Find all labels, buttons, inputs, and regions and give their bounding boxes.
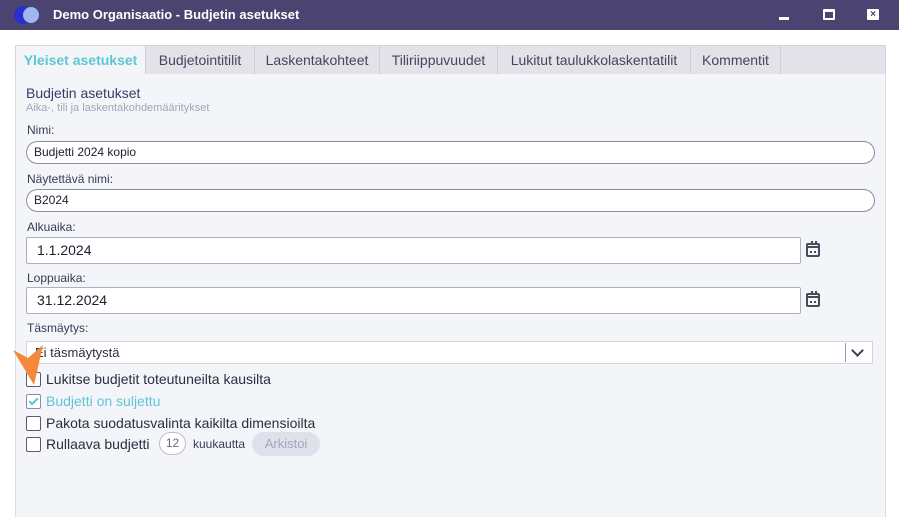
tab-comments[interactable]: Kommentit [691,46,781,74]
archive-button[interactable]: Arkistoi [252,432,320,456]
budget-closed-label: Budjetti on suljettu [46,393,161,409]
checkmark-icon [28,395,39,406]
end-date-label: Loppuaika: [27,271,86,285]
name-label: Nimi: [27,123,55,137]
start-date-calendar-icon[interactable] [806,241,820,257]
start-date-input[interactable]: 1.1.2024 [26,237,801,264]
maximize-icon[interactable] [822,8,836,22]
name-input[interactable]: Budjetti 2024 kopio [26,141,875,164]
app-logo-icon [14,6,42,24]
months-unit-label: kuukautta [193,437,246,451]
section-title: Budjetin asetukset [26,85,141,101]
tab-locked-spreadsheet-accounts[interactable]: Lukitut taulukkolaskentatilit [498,46,691,74]
months-count-input[interactable]: 12 [159,432,186,455]
budget-closed-checkbox[interactable] [26,394,41,409]
tab-account-dependencies[interactable]: Tiliriippuvuudet [380,46,498,74]
rolling-budget-label: Rullaava budjetti [46,436,150,452]
select-divider [845,343,846,362]
end-date-input[interactable]: 31.12.2024 [26,287,801,314]
reconciliation-select[interactable]: Ei täsmäytystä [26,341,873,364]
minimize-icon[interactable] [777,8,791,22]
section-subtitle: Aika-, tili ja laskentakohdemääritykset [26,102,210,114]
tab-cost-centers[interactable]: Laskentakohteet [255,46,380,74]
tab-general-settings[interactable]: Yleiset asetukset [16,46,146,74]
lock-realized-periods-label: Lukitse budjetit toteutuneilta kausilta [46,371,271,387]
pointer-arrow-icon [13,345,43,385]
force-filter-checkbox[interactable] [26,416,41,431]
window-title: Demo Organisaatio - Budjetin asetukset [53,7,300,22]
display-name-input[interactable]: B2024 [26,189,875,212]
close-icon[interactable]: × [866,8,880,22]
start-date-label: Alkuaika: [27,220,76,234]
reconciliation-label: Täsmäytys: [27,321,89,335]
rolling-budget-checkbox[interactable] [26,437,41,452]
tab-budget-accounts[interactable]: Budjetointitilit [146,46,255,74]
display-name-label: Näytettävä nimi: [27,172,114,186]
end-date-calendar-icon[interactable] [806,291,820,307]
force-filter-label: Pakota suodatusvalinta kaikilta dimensio… [46,415,316,431]
